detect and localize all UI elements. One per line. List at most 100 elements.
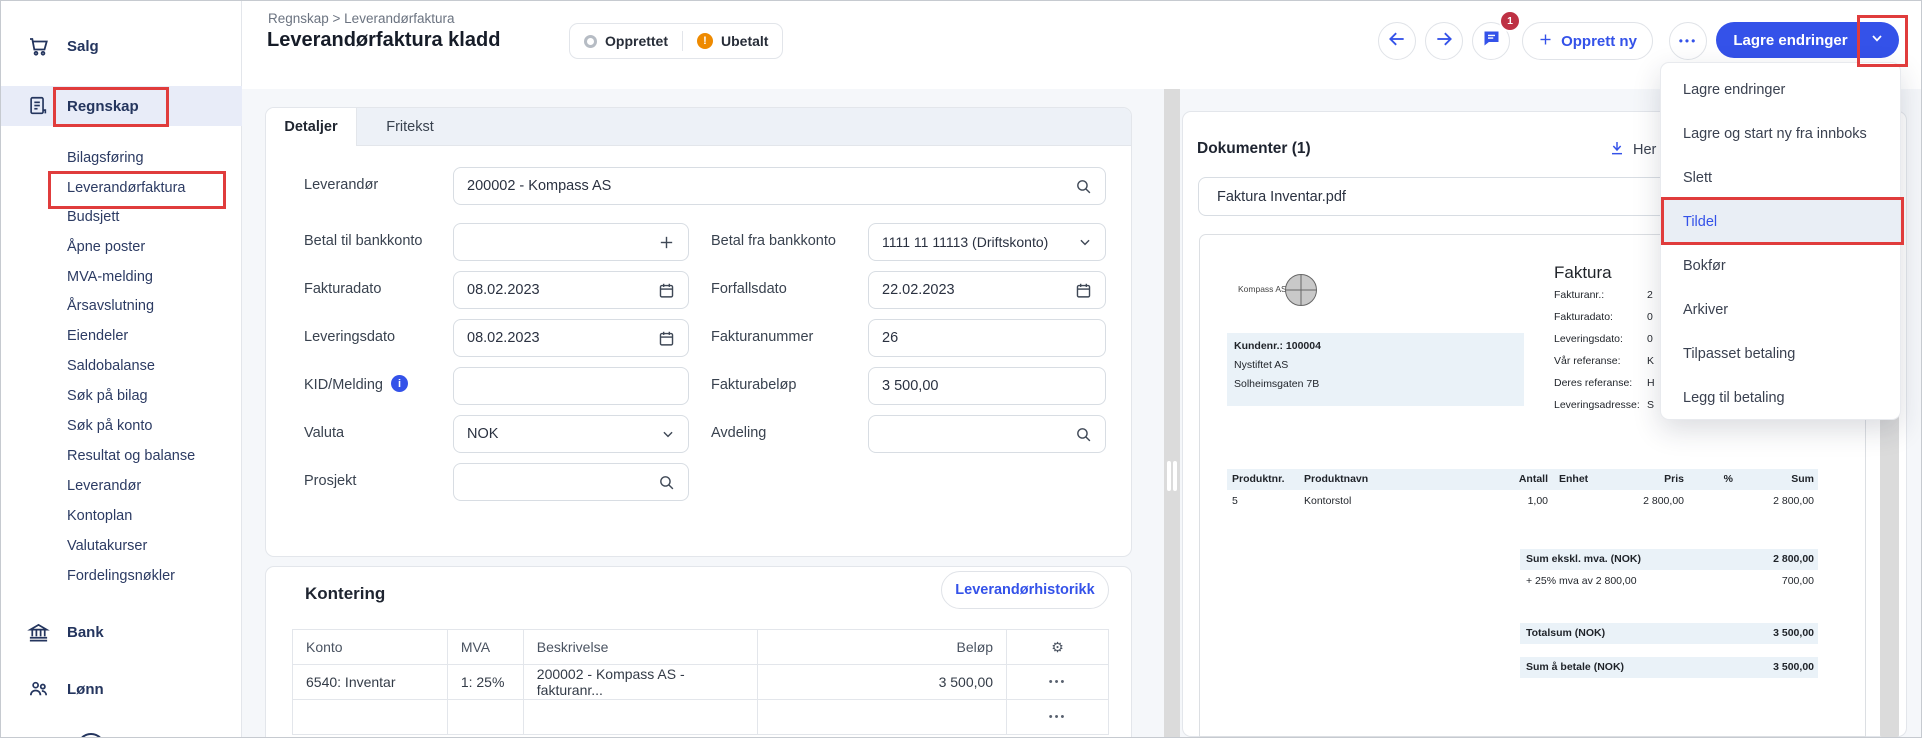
leveringsdato-input[interactable]: 08.02.2023 (453, 319, 689, 357)
forfallsdato-input[interactable]: 22.02.2023 (868, 271, 1106, 309)
avdeling-label: Avdeling (711, 425, 766, 441)
sidebar-item-bilagsforing[interactable]: Bilagsføring (67, 143, 237, 173)
grip-bar (1173, 461, 1177, 491)
cell-beskrivelse[interactable]: 200002 - Kompass AS - fakturanr... (523, 665, 758, 700)
kid-melding-label: KID/Melding (304, 377, 383, 393)
download-link[interactable]: Her (1609, 140, 1656, 160)
sidebar-item-mva-melding[interactable]: MVA-melding (67, 262, 237, 292)
sidebar-item-budsjett[interactable]: Budsjett (67, 202, 237, 232)
sidebar-item-arsavslutning[interactable]: Årsavslutning (67, 291, 237, 321)
document-file-name: Faktura Inventar.pdf (1217, 189, 1346, 205)
sidebar-item-bank[interactable]: Bank (1, 612, 242, 652)
invoice-col-enhet: Enhet (1559, 473, 1588, 485)
cell-mva[interactable]: 1: 25% (447, 665, 523, 700)
menu-item-slett[interactable]: Slett (1661, 156, 1900, 200)
fakturanummer-label: Fakturanummer (711, 329, 813, 345)
forfallsdato-value: 22.02.2023 (882, 282, 1067, 298)
back-button[interactable] (1378, 22, 1416, 60)
sidebar-item-valutakurser[interactable]: Valutakurser (67, 531, 237, 561)
sidebar-item-sok-pa-konto[interactable]: Søk på konto (67, 411, 237, 441)
valuta-select[interactable]: NOK (453, 415, 689, 453)
people-icon (27, 678, 50, 701)
tab-detaljer[interactable]: Detaljer (266, 108, 357, 146)
download-label: Her (1633, 142, 1656, 158)
cell-konto[interactable] (293, 700, 448, 735)
save-changes-button[interactable]: Lagre endringer (1716, 22, 1899, 58)
kid-melding-input[interactable] (453, 367, 689, 405)
betal-fra-value: 1111 11 11113 (Driftskonto) (882, 234, 1070, 250)
sidebar-item-regnskap[interactable]: Regnskap (1, 86, 242, 126)
menu-item-tilpasset-betaling[interactable]: Tilpasset betaling (1661, 332, 1900, 376)
sidebar-item-salg[interactable]: Salg (1, 26, 242, 66)
sidebar-item-sok-pa-bilag[interactable]: Søk på bilag (67, 381, 237, 411)
fakturadato-input[interactable]: 08.02.2023 (453, 271, 689, 309)
menu-item-arkiver[interactable]: Arkiver (1661, 288, 1900, 332)
table-row[interactable]: 6540: Inventar 1: 25% 200002 - Kompass A… (293, 665, 1109, 700)
col-beskrivelse[interactable]: Beskrivelse (523, 630, 758, 665)
search-icon[interactable] (1075, 426, 1092, 443)
sidebar-item-saldobalanse[interactable]: Saldobalanse (67, 351, 237, 381)
table-row-empty[interactable]: ••• (293, 700, 1109, 735)
leverandor-input[interactable]: 200002 - Kompass AS (453, 167, 1106, 205)
sidebar-item-kontoplan[interactable]: Kontoplan (67, 501, 237, 531)
opprett-ny-button[interactable]: Opprett ny (1522, 22, 1653, 60)
save-dropdown-toggle[interactable] (1855, 30, 1899, 51)
cell-belop[interactable]: 3 500,00 (758, 665, 1007, 700)
calendar-icon[interactable] (658, 282, 675, 299)
menu-item-lagre-endringer[interactable]: Lagre endringer (1661, 68, 1900, 112)
avdeling-input[interactable] (868, 415, 1106, 453)
sidebar-item-leverandor[interactable]: Leverandør (67, 471, 237, 501)
sidebar-item-eiendeler[interactable]: Eiendeler (67, 321, 237, 351)
invoice-meta-value: 0 (1647, 311, 1653, 323)
breadcrumb[interactable]: Regnskap > Leverandørfaktura (268, 11, 454, 26)
cell-konto[interactable]: 6540: Inventar (293, 665, 448, 700)
menu-item-bokfor[interactable]: Bokfør (1661, 244, 1900, 288)
panel-resize-handle[interactable] (1164, 89, 1180, 737)
chat-icon (1481, 28, 1502, 54)
sidebar-item-leverandorfaktura[interactable]: Leverandørfaktura (67, 173, 237, 203)
prosjekt-input[interactable] (453, 463, 689, 501)
sidebar-item-fordelingsnokler[interactable]: Fordelingsnøkler (67, 561, 237, 591)
col-belop[interactable]: Beløp (758, 630, 1007, 665)
cell-mva[interactable] (447, 700, 523, 735)
row-actions-icon[interactable]: ••• (1007, 665, 1109, 700)
tab-fritekst[interactable]: Fritekst (357, 108, 463, 146)
fakturabelop-input[interactable]: 3 500,00 (868, 367, 1106, 405)
plus-icon[interactable] (658, 234, 675, 251)
search-icon[interactable] (1075, 178, 1092, 195)
cell-beskrivelse[interactable] (523, 700, 758, 735)
col-konto[interactable]: Konto (293, 630, 448, 665)
calendar-icon[interactable] (658, 330, 675, 347)
cell-belop[interactable] (758, 700, 1007, 735)
forward-button[interactable] (1425, 22, 1463, 60)
row-actions-icon[interactable]: ••• (1007, 700, 1109, 735)
sidebar-item-lonn[interactable]: Lønn (1, 669, 242, 709)
company-logo (1284, 273, 1318, 312)
invoice-customer-name: Nystiftet AS (1234, 359, 1288, 371)
fakturabelop-label: Fakturabeløp (711, 377, 796, 393)
calendar-icon[interactable] (1075, 282, 1092, 299)
search-icon[interactable] (658, 474, 675, 491)
menu-item-tildel[interactable]: Tildel (1661, 200, 1900, 244)
leverandorhistorikk-button[interactable]: Leverandørhistorikk (941, 571, 1109, 609)
menu-item-legg-til-betaling[interactable]: Legg til betaling (1661, 376, 1900, 420)
col-mva[interactable]: MVA (447, 630, 523, 665)
more-actions-button[interactable]: ••• (1669, 22, 1707, 60)
save-changes-label: Lagre endringer (1716, 32, 1855, 49)
fakturadato-value: 08.02.2023 (467, 282, 650, 298)
menu-item-lagre-og-start-ny[interactable]: Lagre og start ny fra innboks (1661, 112, 1900, 156)
sidebar-item-apne-poster[interactable]: Åpne poster (67, 232, 237, 262)
opprett-ny-label: Opprett ny (1561, 33, 1637, 50)
prosjekt-label: Prosjekt (304, 473, 356, 489)
fakturanummer-input[interactable]: 26 (868, 319, 1106, 357)
betal-fra-select[interactable]: 1111 11 11113 (Driftskonto) (868, 223, 1106, 261)
invoice-company-name: Kompass AS (1238, 284, 1287, 294)
status-badges: Opprettet ! Ubetalt (569, 23, 783, 59)
invoice-meta-label: Leveringsadresse: (1554, 399, 1640, 411)
invoice-title: Faktura (1554, 263, 1612, 283)
betal-til-input[interactable] (453, 223, 689, 261)
info-icon[interactable]: i (391, 375, 408, 392)
gear-icon[interactable]: ⚙ (1007, 630, 1109, 665)
sidebar-item-resultat-og-balanse[interactable]: Resultat og balanse (67, 441, 237, 471)
invoice-meta-label: Deres referanse: (1554, 377, 1632, 389)
